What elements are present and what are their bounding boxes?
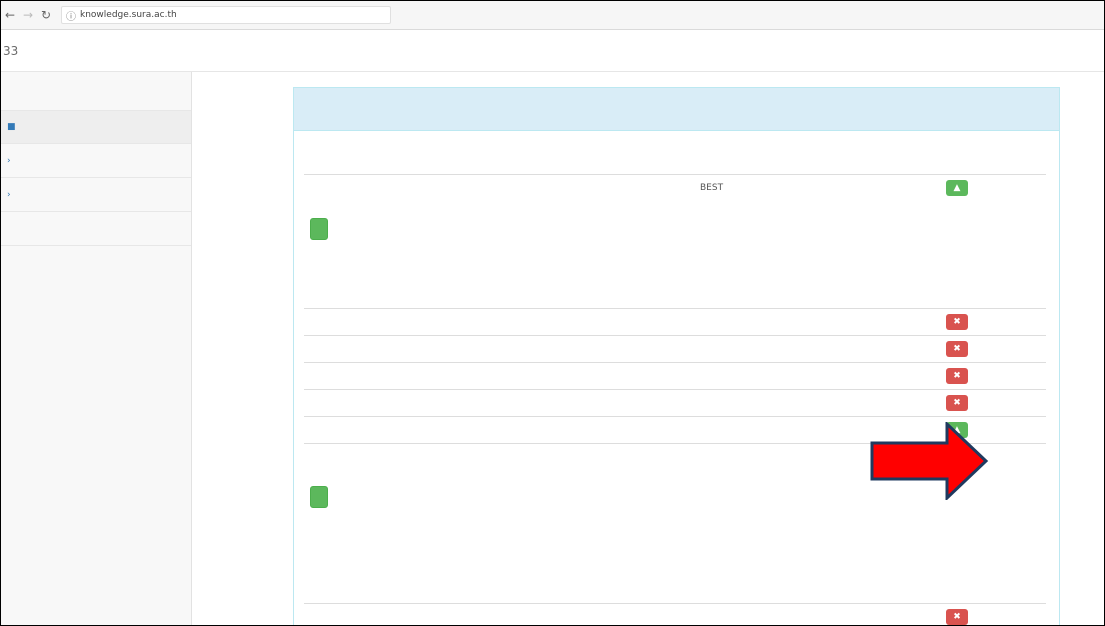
- remove-icon: ✖: [953, 612, 961, 622]
- sidebar-item-home[interactable]: ■: [1, 110, 191, 144]
- remove-icon: ✖: [953, 317, 961, 327]
- back-icon[interactable]: ←: [1, 6, 19, 24]
- table-row: ✖: [304, 308, 1046, 335]
- table-row: ✖: [304, 389, 1046, 416]
- url-host: knowledge.sura.ac.th: [80, 10, 177, 20]
- sidebar-item-2[interactable]: ›: [1, 144, 191, 178]
- remove-button[interactable]: ✖: [946, 609, 968, 625]
- lock-button[interactable]: ▲: [946, 180, 968, 196]
- sidebar: ■ › ›: [1, 72, 192, 625]
- remove-icon: ✖: [953, 371, 961, 381]
- remove-button[interactable]: ✖: [946, 314, 968, 330]
- reload-icon[interactable]: ↻: [37, 6, 55, 24]
- info-icon[interactable]: ⓘ: [66, 8, 76, 23]
- table-row: ✖: [304, 603, 1046, 625]
- table-row: ✖: [304, 362, 1046, 389]
- table-row: BEST ▲: [304, 174, 1046, 201]
- add-member-button[interactable]: [310, 486, 328, 508]
- bullet-icon: ›: [7, 155, 11, 166]
- forward-icon[interactable]: →: [19, 6, 37, 24]
- remove-button[interactable]: ✖: [946, 368, 968, 384]
- browser-window: ← → ↻ ⓘ knowledge.sura.ac.th 33 ■ › › BE…: [0, 0, 1105, 626]
- table-row: ✖: [304, 335, 1046, 362]
- site-header: 33: [1, 31, 1104, 72]
- panel-heading: [294, 88, 1059, 131]
- remove-button[interactable]: ✖: [946, 341, 968, 357]
- lock-icon: ▲: [953, 183, 961, 193]
- address-bar[interactable]: ⓘ knowledge.sura.ac.th: [61, 6, 391, 24]
- add-member-button[interactable]: [310, 218, 328, 240]
- sidebar-item-3[interactable]: ›: [1, 178, 191, 212]
- home-icon: ■: [7, 122, 16, 132]
- remove-icon: ✖: [953, 344, 961, 354]
- remove-button[interactable]: ✖: [946, 395, 968, 411]
- main-panel: BEST ▲ ✖ ✖ ✖ ✖ ▲ ✖: [293, 87, 1060, 625]
- bullet-icon: ›: [7, 189, 11, 200]
- work-title: BEST: [700, 183, 724, 193]
- sidebar-item-4[interactable]: [1, 212, 191, 246]
- remove-icon: ✖: [953, 398, 961, 408]
- site-brand[interactable]: 33: [3, 44, 18, 58]
- red-arrow-annotation: [870, 422, 989, 500]
- browser-toolbar: ← → ↻ ⓘ knowledge.sura.ac.th: [1, 1, 1104, 30]
